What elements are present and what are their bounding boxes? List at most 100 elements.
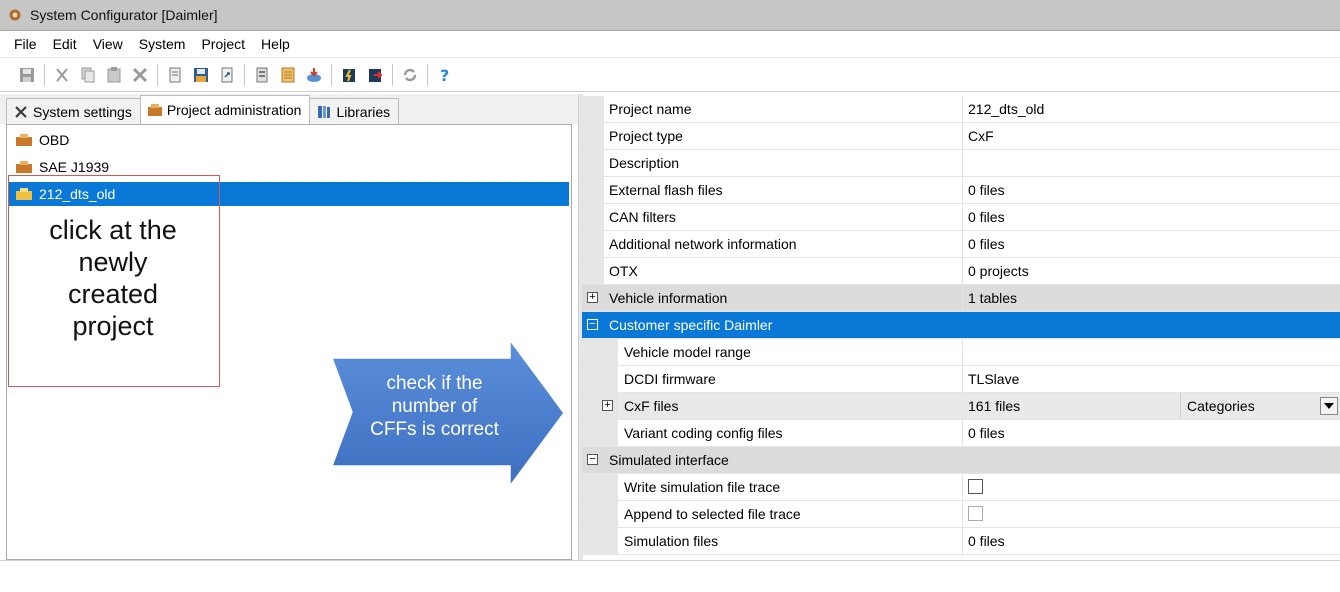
prop-category-customer-specific[interactable]: − Customer specific Daimler [582,312,1340,339]
append-trace-checkbox[interactable] [968,506,983,521]
prop-value[interactable]: 1 tables [968,285,1017,311]
prop-value[interactable]: 212_dts_old [968,96,1044,122]
row-gutter [582,474,618,500]
prop-row-variant-coding[interactable]: Variant coding config files 0 files [582,420,1340,447]
prop-row-dcdi-firmware[interactable]: DCDI firmware TLSlave [582,366,1340,393]
prop-name: Project name [609,101,692,117]
tree-item-label: OBD [39,132,70,148]
project-folder-icon [16,161,32,173]
prop-value[interactable]: 0 files [968,420,1005,446]
column-divider [962,339,963,365]
properties-button[interactable] [249,62,275,88]
paste-button[interactable] [101,62,127,88]
menu-help[interactable]: Help [261,36,290,52]
prop-row-additional-network[interactable]: Additional network information 0 files [582,231,1340,258]
title-bar: System Configurator [Daimler] [0,0,1340,31]
write-sim-trace-checkbox[interactable] [968,479,983,494]
new-document-button[interactable] [162,62,188,88]
refresh-button[interactable] [397,62,423,88]
window-title: System Configurator [Daimler] [30,7,218,23]
tree-item-obd[interactable]: OBD [9,128,569,152]
tab-libraries[interactable]: Libraries [309,98,400,124]
prop-name: Variant coding config files [624,425,783,441]
prop-name: Append to selected file trace [624,506,801,522]
tab-project-administration-label: Project administration [166,102,302,118]
menu-file[interactable]: File [14,36,37,52]
delete-button[interactable] [127,62,153,88]
menu-view[interactable]: View [93,36,123,52]
prop-row-project-name[interactable]: Project name 212_dts_old [582,96,1340,123]
prop-name: Description [609,155,680,171]
prop-row-vehicle-information[interactable]: + Vehicle information 1 tables [582,285,1340,312]
paste-icon [107,67,121,83]
menu-project[interactable]: Project [201,36,245,52]
prop-category-name: Simulated interface [609,452,729,468]
prop-name: Simulation files [624,533,719,549]
tab-system-settings[interactable]: System settings [6,98,141,124]
column-divider [962,96,963,122]
collapse-minus-icon[interactable]: − [587,319,598,330]
prop-row-simulation-files[interactable]: Simulation files 0 files [582,528,1340,555]
row-gutter [582,339,618,365]
prop-row-project-type[interactable]: Project type CxF [582,123,1340,150]
categories-dropdown[interactable]: Categories [1180,393,1340,419]
prop-row-write-sim-trace[interactable]: Write simulation file trace [582,474,1340,501]
row-gutter [582,177,604,203]
prop-value[interactable]: 0 projects [968,258,1029,284]
prop-row-can-filters[interactable]: CAN filters 0 files [582,204,1340,231]
prop-row-description[interactable]: Description [582,150,1340,177]
prop-row-cxf-files[interactable]: + CxF files 161 files Categories [582,393,1340,420]
prop-name: Vehicle model range [624,344,751,360]
toolbar-separator [392,64,393,86]
import-icon [307,68,321,82]
tools-icon [15,105,27,118]
flash-button[interactable] [336,62,362,88]
import-button[interactable] [301,62,327,88]
prop-value[interactable]: TLSlave [968,366,1019,392]
arrow-text: check if the number of CFFs is correct [370,373,499,440]
prop-value[interactable]: 161 files [968,393,1020,419]
column-divider [962,231,963,257]
save-project-button[interactable] [188,62,214,88]
prop-category-simulated-interface[interactable]: − Simulated interface [582,447,1340,474]
save-button[interactable] [14,62,40,88]
menu-system[interactable]: System [139,36,186,52]
column-divider [962,501,963,527]
column-divider [962,204,963,230]
prop-row-otx[interactable]: OTX 0 projects [582,258,1340,285]
library-icon [318,105,331,118]
app-gear-icon [9,9,21,21]
menu-bar: File Edit View System Project Help [0,31,1340,58]
prop-name: External flash files [609,182,723,198]
prop-name: Write simulation file trace [624,479,781,495]
save-icon [20,68,34,82]
column-divider [962,420,963,446]
help-button[interactable]: ? [432,62,458,88]
prop-row-external-flash[interactable]: External flash files 0 files [582,177,1340,204]
toolbar-separator [331,64,332,86]
flash-send-button[interactable] [362,62,388,88]
prop-row-append-trace[interactable]: Append to selected file trace [582,501,1340,528]
prop-value[interactable]: 0 files [968,177,1005,203]
expand-plus-icon[interactable]: + [587,292,598,303]
toolbar-separator [157,64,158,86]
save-project-icon [194,68,208,82]
tab-project-administration[interactable]: Project administration [139,95,311,124]
prop-value[interactable]: CxF [968,123,994,149]
flash-send-icon [369,69,383,82]
copy-button[interactable] [75,62,101,88]
dropdown-arrow-icon[interactable] [1320,397,1338,415]
report-button[interactable] [275,62,301,88]
tab-libraries-label: Libraries [336,103,391,120]
cut-button[interactable] [49,62,75,88]
menu-edit[interactable]: Edit [53,36,77,52]
prop-value[interactable]: 0 files [968,204,1005,230]
prop-value[interactable]: 0 files [968,231,1005,257]
collapse-minus-icon[interactable]: − [587,454,598,465]
expand-plus-icon[interactable]: + [602,400,613,411]
prop-row-vehicle-model-range[interactable]: Vehicle model range [582,339,1340,366]
column-divider [962,285,963,311]
prop-value[interactable]: 0 files [968,528,1005,554]
callout-text: click at the newly created project [49,215,177,341]
export-button[interactable] [214,62,240,88]
